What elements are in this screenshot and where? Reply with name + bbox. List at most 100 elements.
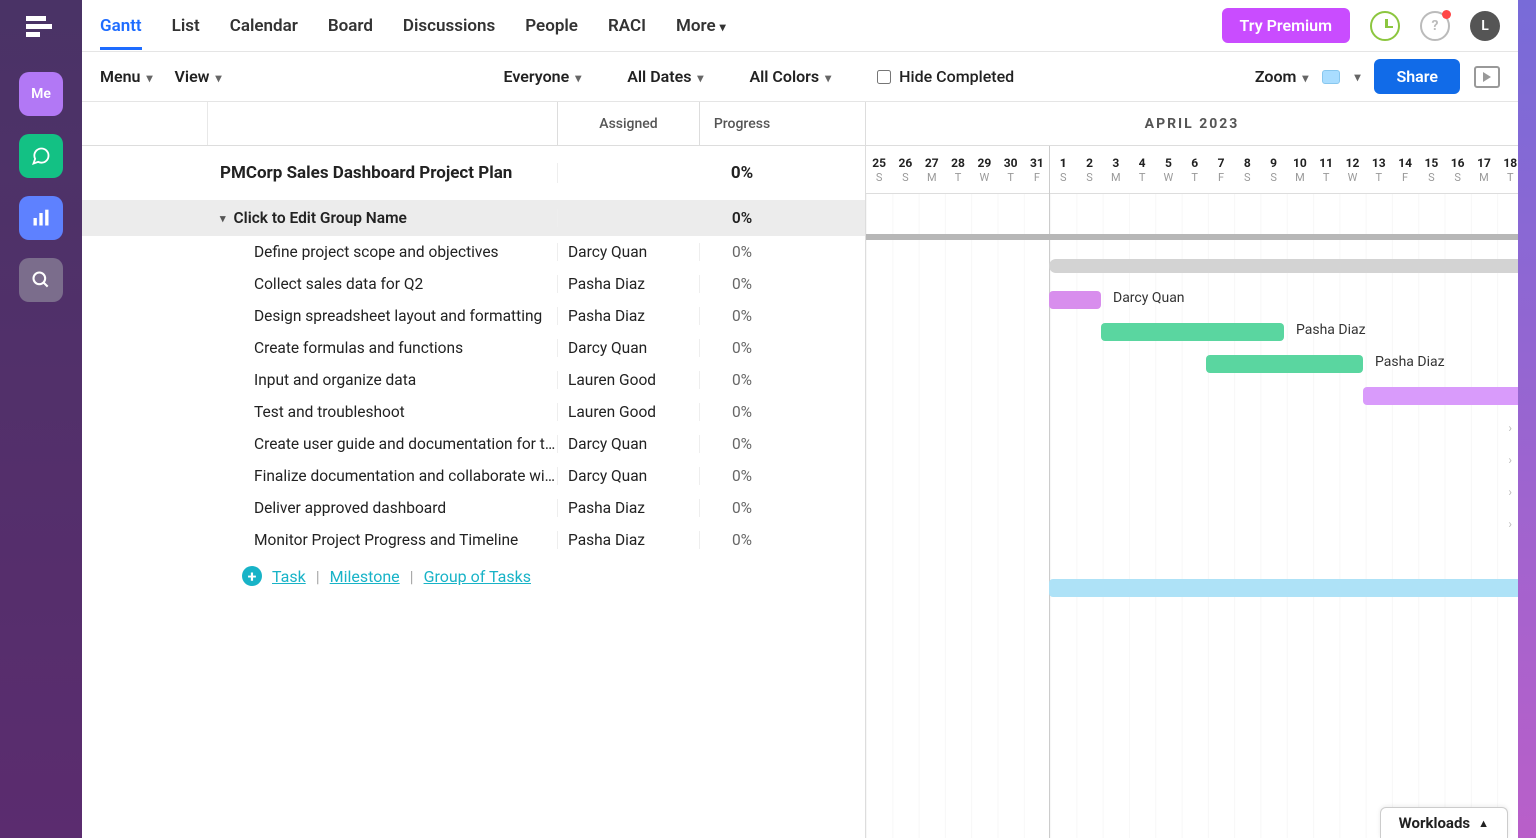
calendar-day[interactable]: 8S <box>1234 146 1260 193</box>
tab-board[interactable]: Board <box>328 3 373 49</box>
add-milestone-link[interactable]: Milestone <box>330 567 400 586</box>
tab-calendar[interactable]: Calendar <box>230 3 298 49</box>
gantt-task-row: › <box>866 508 1518 540</box>
task-name: Create user guide and documentation for … <box>254 435 557 453</box>
calendar-day[interactable]: 14F <box>1392 146 1418 193</box>
calendar-day[interactable]: 26S <box>892 146 918 193</box>
try-premium-button[interactable]: Try Premium <box>1222 8 1350 43</box>
user-avatar[interactable]: L <box>1470 11 1500 41</box>
tab-gantt[interactable]: Gantt <box>100 3 142 49</box>
calendar-day[interactable]: 25S <box>866 146 892 193</box>
project-summary-bar[interactable] <box>866 234 1518 240</box>
filter-everyone[interactable]: Everyone <box>504 67 582 86</box>
task-bar[interactable] <box>1049 579 1518 597</box>
clock-icon[interactable] <box>1370 11 1400 41</box>
group-name[interactable]: Click to Edit Group Name <box>234 209 407 227</box>
hide-completed-checkbox[interactable] <box>877 70 891 84</box>
task-row[interactable]: Define project scope and objectivesDarcy… <box>82 236 865 268</box>
app-logo-icon[interactable] <box>24 10 58 44</box>
task-row[interactable]: Monitor Project Progress and TimelinePas… <box>82 524 865 556</box>
calendar-day[interactable]: 11T <box>1313 146 1339 193</box>
tab-people[interactable]: People <box>525 3 578 49</box>
calendar-day[interactable]: 16S <box>1445 146 1471 193</box>
zoom-dropdown[interactable]: Zoom <box>1255 67 1309 86</box>
rail-me-button[interactable]: Me <box>19 72 63 116</box>
rail-chat-button[interactable] <box>19 134 63 178</box>
help-icon[interactable]: ? <box>1420 11 1450 41</box>
filter-all-dates[interactable]: All Dates <box>627 67 703 86</box>
task-progress: 0% <box>700 243 784 261</box>
plus-icon[interactable]: + <box>242 566 262 586</box>
app-rail: Me <box>0 0 82 838</box>
task-row[interactable]: Finalize documentation and collaborate w… <box>82 460 865 492</box>
task-row[interactable]: Create user guide and documentation for … <box>82 428 865 460</box>
zoom-level-swatch[interactable] <box>1322 70 1340 84</box>
tab-discussions[interactable]: Discussions <box>403 3 495 49</box>
calendar-day[interactable]: 7F <box>1208 146 1234 193</box>
task-bar[interactable]: D <box>1363 387 1518 405</box>
calendar-day[interactable]: 6T <box>1182 146 1208 193</box>
tab-list[interactable]: List <box>172 3 200 49</box>
rail-reports-button[interactable] <box>19 196 63 240</box>
present-icon[interactable] <box>1474 66 1500 88</box>
calendar-day[interactable]: 12W <box>1339 146 1365 193</box>
rail-me-label: Me <box>31 86 51 102</box>
task-assigned: Pasha Diaz <box>558 307 700 325</box>
rail-search-button[interactable] <box>19 258 63 302</box>
add-group-link[interactable]: Group of Tasks <box>424 567 531 586</box>
task-bar[interactable]: Pasha Diaz <box>1206 355 1363 373</box>
calendar-day[interactable]: 5W <box>1155 146 1181 193</box>
calendar-day[interactable]: 30T <box>997 146 1023 193</box>
group-row[interactable]: ▾Click to Edit Group Name 0% <box>82 200 865 236</box>
gantt-task-row <box>866 540 1518 572</box>
workloads-panel-toggle[interactable]: Workloads ▲ <box>1380 807 1508 838</box>
task-row[interactable]: Design spreadsheet layout and formatting… <box>82 300 865 332</box>
calendar-day[interactable]: 17M <box>1471 146 1497 193</box>
task-name: Design spreadsheet layout and formatting <box>254 307 542 325</box>
chevron-right-icon[interactable]: › <box>1508 485 1512 499</box>
tab-more[interactable]: More▾ <box>676 3 726 49</box>
task-row[interactable]: Input and organize dataLauren Good0% <box>82 364 865 396</box>
task-bar[interactable]: Pasha Diaz <box>1101 323 1284 341</box>
calendar-day[interactable]: 4T <box>1129 146 1155 193</box>
group-summary-bar[interactable] <box>1049 259 1518 273</box>
calendar-day[interactable]: 27M <box>919 146 945 193</box>
chevron-right-icon[interactable]: › <box>1508 517 1512 531</box>
task-row[interactable]: Create formulas and functionsDarcy Quan0… <box>82 332 865 364</box>
calendar-day[interactable]: 15S <box>1418 146 1444 193</box>
task-bar[interactable]: Darcy Quan <box>1049 291 1101 309</box>
add-task-link[interactable]: Task <box>272 567 306 586</box>
menu-dropdown[interactable]: Menu <box>100 67 153 86</box>
filter-all-colors[interactable]: All Colors <box>749 67 831 86</box>
share-button[interactable]: Share <box>1374 59 1460 94</box>
hide-completed-toggle[interactable]: Hide Completed <box>877 67 1014 86</box>
task-row[interactable]: Deliver approved dashboardPasha Diaz0% <box>82 492 865 524</box>
tab-raci[interactable]: RACI <box>608 3 646 49</box>
task-progress: 0% <box>700 499 784 517</box>
calendar-day[interactable]: 29W <box>971 146 997 193</box>
chevron-down-icon[interactable]: ▾ <box>1354 70 1360 84</box>
calendar-day[interactable]: 18T <box>1497 146 1518 193</box>
calendar-day[interactable]: 13T <box>1366 146 1392 193</box>
task-progress: 0% <box>700 403 784 421</box>
calendar-day[interactable]: 28T <box>945 146 971 193</box>
task-row[interactable]: Collect sales data for Q2Pasha Diaz0% <box>82 268 865 300</box>
caret-down-icon[interactable]: ▾ <box>220 212 226 225</box>
right-scrollbar[interactable] <box>1518 0 1536 838</box>
view-dropdown[interactable]: View <box>175 67 222 86</box>
calendar-day[interactable]: 3M <box>1103 146 1129 193</box>
calendar-day[interactable]: 10M <box>1287 146 1313 193</box>
tab-label: Board <box>328 16 373 36</box>
calendar-day[interactable]: 2S <box>1076 146 1102 193</box>
gantt-chart[interactable]: APRIL 2023 25S26S27M28T29W30T31F1S2S3M4T… <box>866 102 1518 838</box>
calendar-day[interactable]: 1S <box>1050 146 1076 193</box>
task-row[interactable]: Test and troubleshootLauren Good0% <box>82 396 865 428</box>
chevron-right-icon[interactable]: › <box>1508 421 1512 435</box>
col-progress[interactable]: Progress <box>700 102 784 145</box>
calendar-day[interactable]: 31F <box>1024 146 1050 193</box>
col-assigned[interactable]: Assigned <box>558 102 700 145</box>
calendar-day[interactable]: 9S <box>1260 146 1286 193</box>
gantt-rows: Darcy QuanPasha DiazPasha DiazD›››› <box>866 194 1518 604</box>
project-row[interactable]: PMCorp Sales Dashboard Project Plan 0% <box>82 146 865 200</box>
chevron-right-icon[interactable]: › <box>1508 453 1512 467</box>
